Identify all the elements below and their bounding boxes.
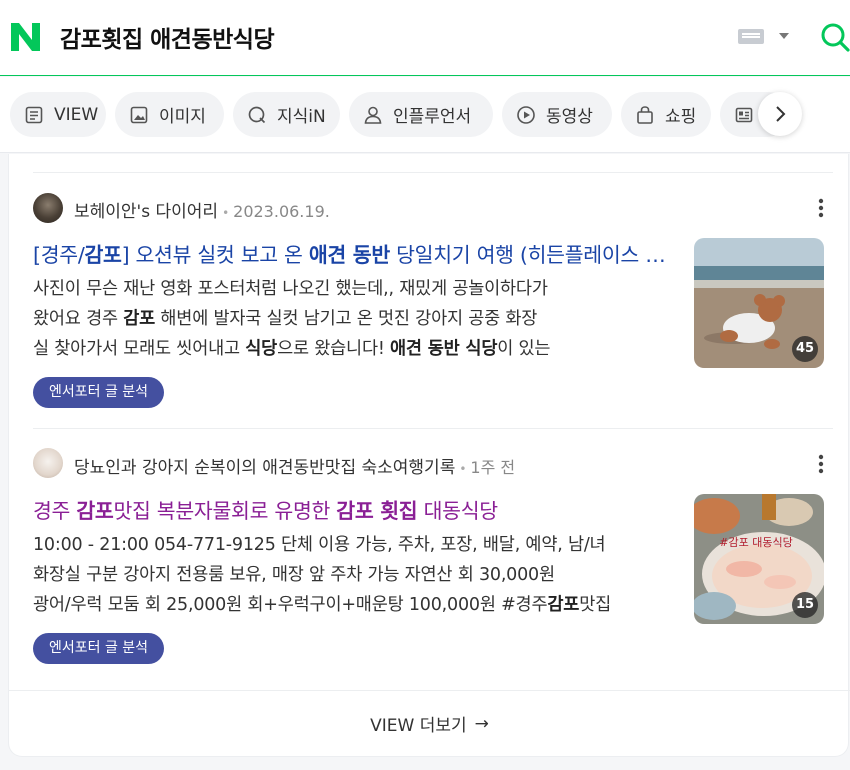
post-snippet[interactable]: 사진이 무슨 재난 영화 포스터처럼 나오긴 했는데,, 재밌게 공놀이하다가 … (33, 274, 673, 364)
post-date: 2023.06.19. (233, 202, 330, 221)
title-seg-bold: 감포 (84, 243, 122, 267)
tab-label: 지식iN (277, 107, 326, 127)
snippet-text: 으로 왔습니다! (277, 339, 391, 359)
snippet-text: 맛집 (579, 595, 611, 615)
tab-label: 동영상 (546, 107, 593, 127)
snippet-line: 왔어요 경주 감포 해변에 발자국 실컷 남기고 온 멋진 강아지 공중 화장 (33, 304, 673, 334)
photo-count-badge: 45 (792, 336, 818, 362)
author-name[interactable]: 당뇨인과 강아지 순복이의 애견동반맛집 숙소여행기록 (74, 458, 455, 478)
post-snippet[interactable]: 10:00 - 21:00 054-771-9125 단체 이용 가능, 주차,… (33, 530, 673, 620)
kebab-menu-icon[interactable] (817, 453, 825, 475)
tab-label: 쇼핑 (665, 107, 697, 127)
view-more-label: VIEW 더보기 (370, 716, 467, 736)
tab-shopping[interactable]: 쇼핑 (621, 92, 711, 137)
snippet-text: 화장실 구분 강아지 전용룸 보유, 매장 앞 주차 가능 자연산 회 30,0… (33, 565, 555, 585)
news-icon (735, 107, 753, 122)
kin-icon (248, 106, 266, 123)
separator-dot: • (459, 462, 467, 476)
chevron-right-icon (776, 106, 786, 122)
arrow-right-icon: → (474, 713, 489, 734)
snippet-text: 이 있는 (497, 339, 551, 359)
naver-logo[interactable] (10, 22, 41, 52)
post-thumbnail[interactable]: #감포 대동식당 15 (694, 494, 824, 624)
snippet-line: 화장실 구분 강아지 전용룸 보유, 매장 앞 주차 가능 자연산 회 30,0… (33, 560, 673, 590)
snippet-text: 사진이 무슨 재난 영화 포스터처럼 나오긴 했는데,, 재밌게 공놀이하다가 (33, 279, 548, 299)
play-icon (517, 105, 535, 124)
tabs-next-button[interactable] (758, 92, 802, 136)
tab-video[interactable]: 동영상 (502, 92, 612, 137)
kebab-menu-icon[interactable] (817, 197, 825, 219)
title-seg: [경주/ (33, 243, 85, 267)
svg-text:#감포 대동식당: #감포 대동식당 (719, 536, 792, 549)
tab-influencer[interactable]: 인플루언서 (349, 92, 493, 137)
snippet-line: 사진이 무슨 재난 영화 포스터처럼 나오긴 했는데,, 재밌게 공놀이하다가 (33, 274, 673, 304)
search-header: 감포횟집 애견동반식당 (0, 0, 850, 76)
author-line: 당뇨인과 강아지 순복이의 애견동반맛집 숙소여행기록 • 1주 전 (74, 453, 515, 478)
post-title[interactable]: 경주 감포맛집 복분자물회로 유명한 감포 횟집 대동식당 (33, 494, 669, 524)
tab-label: 이미지 (159, 107, 206, 127)
search-icon[interactable] (820, 22, 850, 52)
snippet-bold: 애견 동반 식당 (390, 339, 498, 359)
title-seg: 맛집 복분자물회로 유명한 (113, 499, 337, 523)
post-date: 1주 전 (470, 458, 516, 477)
divider (33, 428, 833, 429)
title-seg: 경주 (33, 499, 77, 523)
tab-label: 인플루언서 (393, 107, 472, 127)
snippet-bold: 식당 (245, 339, 278, 359)
author-line: 보헤이안's 다이어리 • 2023.06.19. (74, 197, 330, 222)
snippet-text: 10:00 - 21:00 054-771-9125 단체 이용 가능, 주차,… (33, 535, 606, 555)
tab-view[interactable]: VIEW (10, 92, 106, 137)
search-query[interactable]: 감포횟집 애견동반식당 (60, 20, 275, 54)
person-icon (364, 106, 382, 124)
snippet-bold: 감포 (547, 595, 580, 615)
category-tabs: VIEW 이미지 지식iN 인플루언서 동영상 쇼핑 (0, 77, 850, 195)
title-seg-bold: 감포 (76, 499, 114, 523)
title-seg: ] 오션뷰 실컷 보고 온 (121, 243, 309, 267)
avatar[interactable] (33, 193, 63, 223)
view-more-button[interactable]: VIEW 더보기 → (9, 690, 850, 756)
photo-count-badge: 15 (792, 592, 818, 618)
author-name[interactable]: 보헤이안's 다이어리 (74, 202, 218, 222)
post-thumbnail[interactable]: 45 (694, 238, 824, 368)
separator-dot: • (222, 206, 230, 220)
shopping-bag-icon (637, 105, 653, 124)
snippet-line: 광어/우럭 모둠 회 25,000원 회+우럭구이+매운탕 100,000원 #… (33, 590, 673, 620)
post-title[interactable]: [경주/감포] 오션뷰 실컷 보고 온 애견 동반 당일치기 여행 (히든플레이… (33, 238, 669, 268)
support-analysis-badge[interactable]: 엔서포터 글 분석 (33, 377, 165, 408)
snippet-text: 왔어요 경주 (33, 309, 124, 329)
tab-kin[interactable]: 지식iN (233, 92, 340, 137)
snippet-text: 해변에 발자국 실컷 남기고 온 멋진 강아지 공중 화장 (155, 309, 538, 329)
avatar[interactable] (33, 448, 63, 478)
snippet-text: 실 찾아가서 모래도 씻어내고 (33, 339, 246, 359)
snippet-line: 실 찾아가서 모래도 씻어내고 식당으로 왔습니다! 애견 동반 식당이 있는 (33, 334, 673, 364)
title-seg: 대동식당 (417, 499, 499, 523)
document-icon (25, 106, 43, 123)
title-seg: 당일치기 여행 (히든플레이스 카페 + 감포 횟집) (396, 243, 669, 267)
title-seg-bold: 감포 횟집 (336, 499, 418, 523)
divider (33, 172, 833, 173)
view-results-card: 보헤이안's 다이어리 • 2023.06.19. [경주/감포] 오션뷰 실컷 보… (8, 154, 850, 757)
title-seg-bold: 애견 동반 (308, 243, 390, 267)
snippet-bold: 감포 (123, 309, 156, 329)
keyboard-icon[interactable] (738, 29, 764, 44)
support-analysis-badge[interactable]: 엔서포터 글 분석 (33, 633, 165, 664)
snippet-line: 10:00 - 21:00 054-771-9125 단체 이용 가능, 주차,… (33, 530, 673, 560)
snippet-text: 광어/우럭 모둠 회 25,000원 회+우럭구이+매운탕 100,000원 #… (33, 595, 548, 615)
tab-label: VIEW (54, 104, 99, 125)
chevron-down-icon[interactable] (779, 33, 789, 39)
tab-image[interactable]: 이미지 (115, 92, 224, 137)
image-icon (130, 106, 148, 123)
